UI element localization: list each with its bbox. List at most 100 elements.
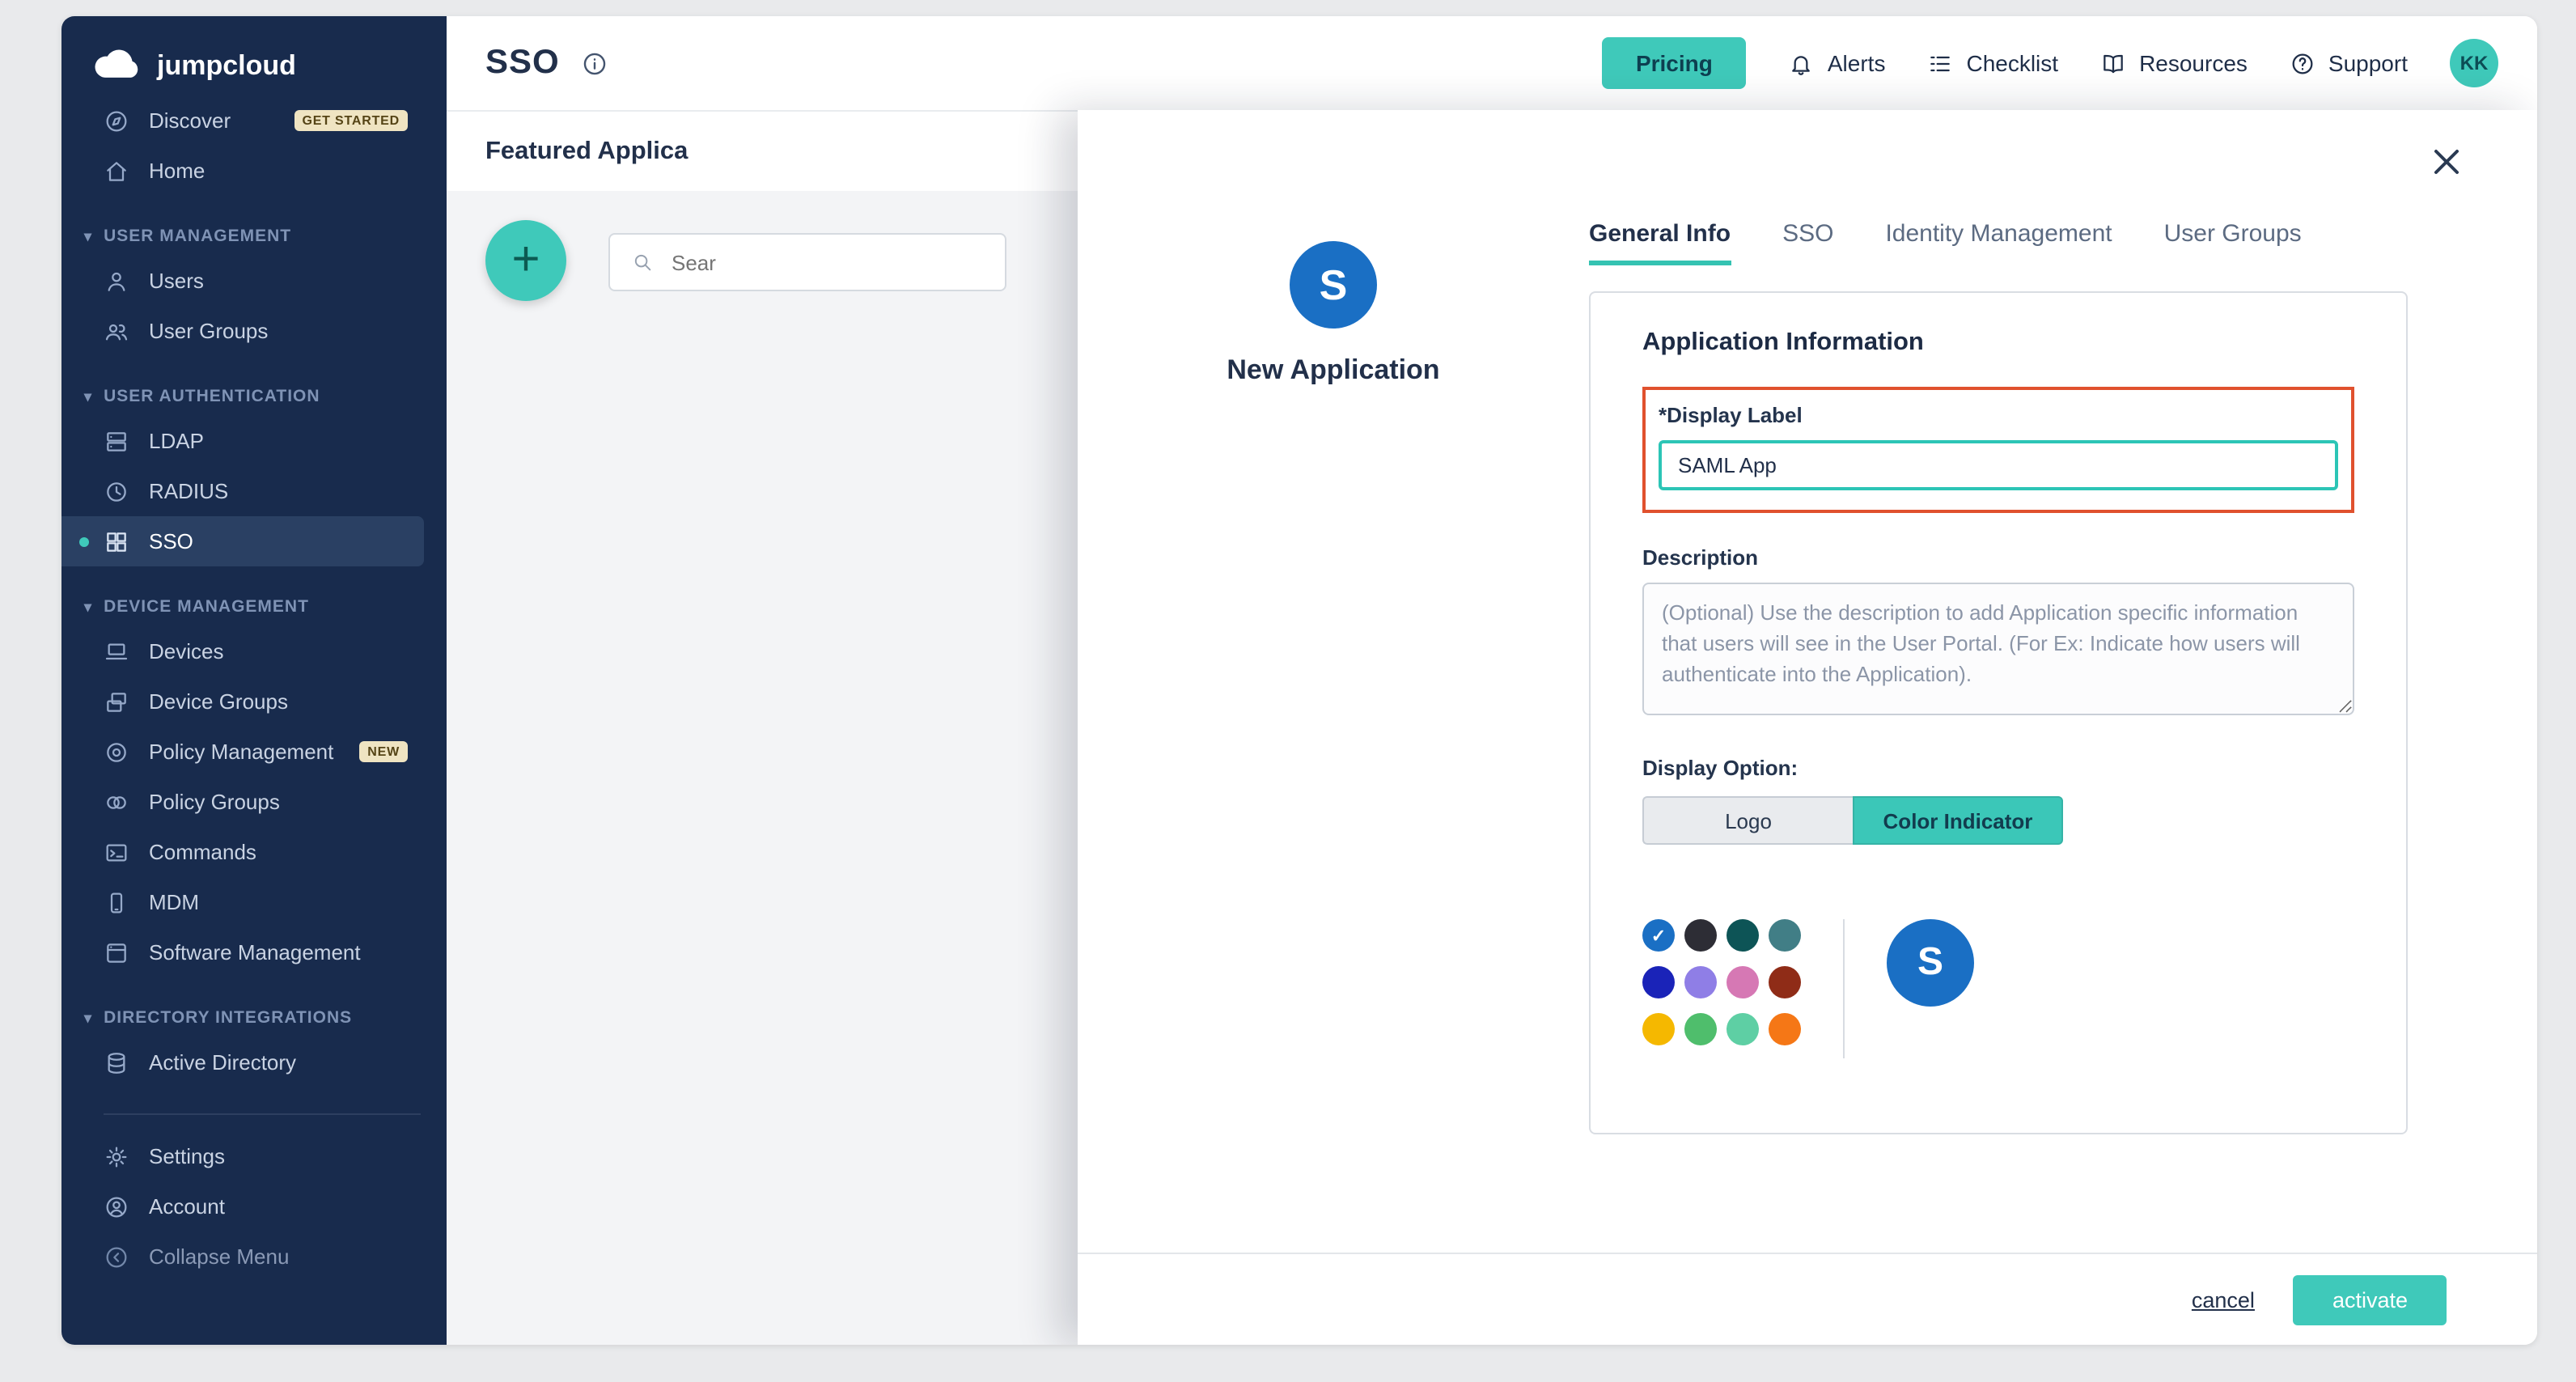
- circles-icon: [104, 789, 129, 815]
- question-icon: [2290, 49, 2315, 77]
- panel-main: General Info SSO Identity Management Use…: [1589, 110, 2537, 1253]
- sidebar-item-policy-groups[interactable]: Policy Groups: [61, 777, 424, 827]
- user-icon: [104, 268, 129, 294]
- tab-identity-management[interactable]: Identity Management: [1885, 220, 2112, 265]
- sidebar-section-user-authentication[interactable]: ▾ USER AUTHENTICATION: [61, 387, 447, 406]
- sidebar-item-discover[interactable]: DiscoverGET STARTED: [61, 95, 424, 146]
- checklist-label: Checklist: [1966, 50, 2058, 76]
- laptop-icon: [104, 638, 129, 664]
- modal-tabs: General Info SSO Identity Management Use…: [1589, 220, 2408, 265]
- jumpcloud-cloud-icon: [94, 49, 142, 83]
- tab-general-info[interactable]: General Info: [1589, 220, 1731, 265]
- color-swatch-417e86[interactable]: [1769, 919, 1801, 952]
- terminal-icon: [104, 839, 129, 865]
- color-swatch-2d2d35[interactable]: [1684, 919, 1717, 952]
- sidebar-item-label: Users: [149, 269, 204, 293]
- activate-button[interactable]: activate: [2294, 1274, 2447, 1325]
- support-button[interactable]: Support: [2290, 49, 2408, 77]
- sidebar-item-device-groups[interactable]: Device Groups: [61, 676, 424, 727]
- sidebar-section-title: DIRECTORY INTEGRATIONS: [104, 1008, 352, 1028]
- color-swatch-f57716[interactable]: [1769, 1013, 1801, 1045]
- page-title: SSO: [485, 44, 560, 83]
- sidebar-section-device-management[interactable]: ▾DEVICE MANAGEMENT: [61, 597, 447, 617]
- sidebar-item-user-groups[interactable]: User Groups: [61, 306, 424, 356]
- pricing-button[interactable]: Pricing: [1602, 37, 1747, 89]
- sidebar-item-mdm[interactable]: MDM: [61, 877, 424, 927]
- chevron-down-icon: ▾: [84, 598, 92, 616]
- close-icon[interactable]: [2427, 142, 2466, 181]
- sidebar-item-label: MDM: [149, 890, 199, 914]
- sidebar-section-user-management[interactable]: ▾ USER MANAGEMENT: [61, 227, 447, 246]
- sidebar-item-active-directory[interactable]: Active Directory: [61, 1037, 424, 1087]
- info-icon[interactable]: [581, 49, 608, 77]
- sidebar-item-label: Home: [149, 159, 205, 183]
- sidebar-item-collapse-menu[interactable]: Collapse Menu: [61, 1232, 424, 1282]
- main-area: SSO Pricing Alerts Checklist Resources: [447, 16, 2537, 1345]
- sidebar-item-ldap[interactable]: LDAP: [61, 416, 424, 466]
- sidebar-item-policy-management[interactable]: Policy ManagementNEW: [61, 727, 424, 777]
- color-swatch-5ecfa4[interactable]: [1727, 1013, 1759, 1045]
- chevron-down-icon: ▾: [84, 388, 92, 405]
- sidebar-item-label: Settings: [149, 1144, 225, 1168]
- color-swatch-4fbe6c[interactable]: [1684, 1013, 1717, 1045]
- support-label: Support: [2328, 50, 2408, 76]
- chevron-down-icon: ▾: [84, 227, 92, 245]
- logo-option[interactable]: Logo: [1642, 796, 1853, 845]
- panel-body: S New Application General Info SSO Ident…: [1078, 110, 2537, 1253]
- tab-sso[interactable]: SSO: [1782, 220, 1833, 265]
- add-application-button[interactable]: +: [485, 220, 566, 301]
- sidebar-section-title: USER AUTHENTICATION: [104, 387, 320, 406]
- new-badge: NEW: [359, 741, 408, 762]
- color-indicator-option[interactable]: Color Indicator: [1853, 796, 2063, 845]
- new-app-name: New Application: [1078, 354, 1589, 387]
- check-icon: ✓: [1642, 919, 1675, 952]
- target-icon: [104, 739, 129, 765]
- color-swatch-1a23b8[interactable]: [1642, 966, 1675, 998]
- get-started-badge: GET STARTED: [294, 110, 408, 131]
- alerts-button[interactable]: Alerts: [1789, 49, 1886, 77]
- featured-apps-heading: Featured Applica: [485, 137, 688, 166]
- bell-icon: [1789, 49, 1815, 77]
- cancel-link[interactable]: cancel: [2192, 1287, 2255, 1312]
- sidebar-item-label: User Groups: [149, 319, 268, 343]
- logo-text: jumpcloud: [157, 49, 296, 82]
- sidebar-item-label: Policy Groups: [149, 790, 280, 814]
- resources-button[interactable]: Resources: [2100, 49, 2248, 77]
- color-swatch-1a6fc4[interactable]: ✓: [1642, 919, 1675, 952]
- sidebar-nav: DiscoverGET STARTED Home ▾ USER MANAGEMENT U…: [61, 95, 447, 1282]
- color-preview-circle: S: [1887, 919, 1974, 1007]
- user-avatar[interactable]: KK: [2450, 39, 2498, 87]
- sidebar-item-commands[interactable]: Commands: [61, 827, 424, 877]
- color-swatch-8f2c17[interactable]: [1769, 966, 1801, 998]
- sidebar-item-sso[interactable]: SSO: [61, 516, 424, 566]
- sidebar-item-devices[interactable]: Devices: [61, 626, 424, 676]
- new-app-avatar: S: [1290, 241, 1377, 329]
- chevron-down-icon: ▾: [84, 1009, 92, 1027]
- search-input[interactable]: [668, 248, 985, 276]
- display-option-label: Display Option:: [1642, 756, 2354, 780]
- sidebar-item-software-management[interactable]: Software Management: [61, 927, 424, 977]
- sidebar-section-directory-integrations[interactable]: ▾ DIRECTORY INTEGRATIONS: [61, 1008, 447, 1028]
- tab-user-groups[interactable]: User Groups: [2164, 220, 2302, 265]
- person-circle-icon: [104, 1193, 129, 1219]
- description-textarea[interactable]: [1642, 583, 2354, 715]
- sidebar-item-account[interactable]: Account: [61, 1181, 424, 1232]
- sidebar-item-settings[interactable]: Settings: [61, 1131, 424, 1181]
- color-swatch-d678b4[interactable]: [1727, 966, 1759, 998]
- sidebar-item-radius[interactable]: RADIUS: [61, 466, 424, 516]
- application-information-card: Application Information *Display Label D…: [1589, 291, 2408, 1134]
- alerts-label: Alerts: [1828, 50, 1886, 76]
- sidebar-item-users[interactable]: Users: [61, 256, 424, 306]
- display-label-input[interactable]: [1659, 440, 2338, 490]
- color-swatch-f5b800[interactable]: [1642, 1013, 1675, 1045]
- sidebar-item-label: Account: [149, 1194, 225, 1219]
- book-icon: [2100, 49, 2126, 77]
- display-label-highlight: *Display Label: [1642, 387, 2354, 513]
- color-swatch-8f7ee6[interactable]: [1684, 966, 1717, 998]
- card-title: Application Information: [1642, 329, 2354, 358]
- sidebar-section-title: USER MANAGEMENT: [104, 227, 291, 246]
- color-swatch-0d5456[interactable]: [1727, 919, 1759, 952]
- sidebar-item-home[interactable]: Home: [61, 146, 424, 196]
- screen: jumpcloud DiscoverGET STARTED Home ▾ USER M…: [0, 0, 2576, 1382]
- checklist-button[interactable]: Checklist: [1927, 49, 2058, 77]
